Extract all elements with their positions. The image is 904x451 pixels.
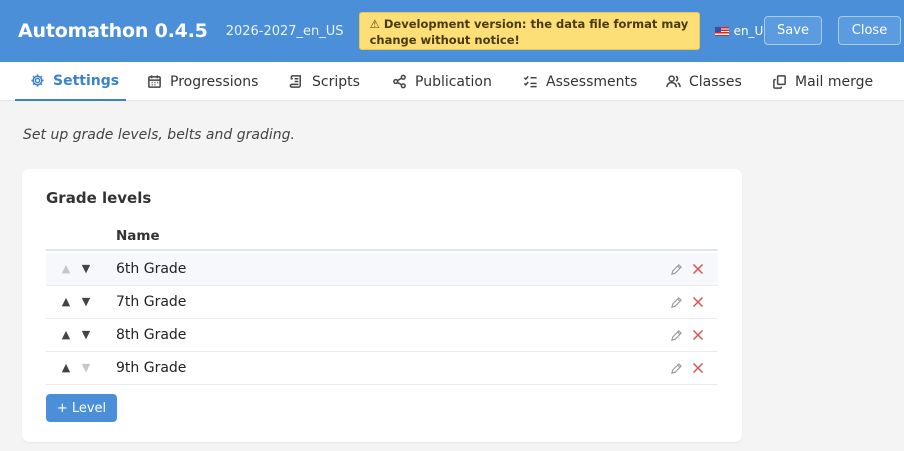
users-icon [666,75,681,88]
card-title: Grade levels [46,189,152,207]
tab-scripts[interactable]: Scripts [289,62,360,101]
share-icon [393,74,406,89]
table-row: ▲ ▼ 9th Grade [46,352,718,385]
table-row: ▲ ▼ 7th Grade [46,286,718,319]
table-header: Name [46,228,718,251]
tab-settings-label: Settings [53,72,120,89]
app-title: Automathon 0.4.5 [18,20,208,42]
tab-settings[interactable]: Settings [15,62,126,101]
checklist-icon [523,75,537,88]
grade-levels-card: Grade levels Name ▲ ▼ 6th Grade ▲ ▼ 7th … [22,169,742,442]
grade-level-name: 9th Grade [116,360,187,376]
tab-scripts-label: Scripts [312,73,360,90]
tab-progressions[interactable]: Progressions [147,62,258,101]
move-down-button[interactable]: ▼ [80,328,92,342]
locale-selector[interactable]: en_US [714,24,771,38]
move-down-button[interactable]: ▼ [80,262,92,276]
tab-publication-label: Publication [415,73,492,90]
delete-x-icon[interactable] [692,296,704,308]
tab-classes[interactable]: Classes [666,62,742,101]
grade-level-name: 7th Grade [116,294,187,310]
main-tabs: Settings Progressions Scripts Publicatio… [0,62,904,101]
grade-level-name: 8th Grade [116,327,187,343]
save-button[interactable]: Save [764,16,822,45]
us-flag-icon [714,26,729,36]
edit-pencil-icon[interactable] [670,263,683,276]
copy-icon [773,75,786,89]
tab-assessments[interactable]: Assessments [523,62,637,101]
edit-pencil-icon[interactable] [670,362,683,375]
grade-levels-table: ▲ ▼ 6th Grade ▲ ▼ 7th Grade ▲ ▼ 8th Grad… [46,253,718,385]
edit-pencil-icon[interactable] [670,296,683,309]
delete-x-icon[interactable] [692,263,704,275]
delete-x-icon[interactable] [692,362,704,374]
close-button[interactable]: Close [838,16,901,45]
table-row: ▲ ▼ 6th Grade [46,253,718,286]
table-row: ▲ ▼ 8th Grade [46,319,718,352]
tab-assessments-label: Assessments [546,73,638,90]
tab-mail-merge-label: Mail merge [795,73,874,90]
scroll-icon [289,75,301,88]
move-up-button[interactable]: ▲ [60,361,72,375]
grade-level-name: 6th Grade [116,261,187,277]
tab-classes-label: Classes [689,73,742,90]
tab-progressions-label: Progressions [170,73,259,90]
move-up-button: ▲ [61,262,71,275]
calendar-icon [148,75,161,88]
edit-pencil-icon[interactable] [670,329,683,342]
gear-icon [31,74,44,87]
page-subtitle: Set up grade levels, belts and grading. [23,127,295,143]
move-down-button: ▼ [81,361,91,374]
tab-publication[interactable]: Publication [392,62,492,101]
add-level-button[interactable]: + Level [46,394,117,422]
move-up-button[interactable]: ▲ [60,328,72,342]
move-down-button[interactable]: ▼ [80,295,92,309]
column-header-name: Name [116,228,160,244]
move-up-button[interactable]: ▲ [60,295,72,309]
delete-x-icon[interactable] [692,329,704,341]
school-year-label: 2026-2027_en_US [225,23,344,39]
dev-warning-banner: ⚠ Development version: the data file for… [358,12,700,50]
tab-mail-merge[interactable]: Mail merge [772,62,873,101]
